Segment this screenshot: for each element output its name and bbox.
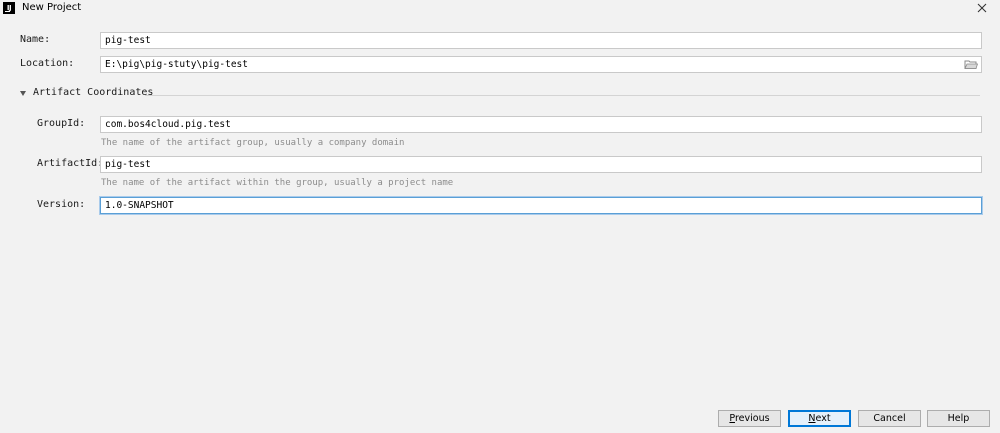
groupid-hint: The name of the artifact group, usually … (101, 138, 405, 148)
location-label: Location: (20, 58, 75, 69)
folder-icon (964, 60, 979, 69)
version-input[interactable] (100, 197, 982, 214)
cancel-button[interactable]: Cancel (858, 410, 921, 427)
artifactid-input[interactable] (100, 156, 982, 173)
help-label: Help (947, 413, 970, 424)
browse-folder-button[interactable] (964, 59, 979, 70)
artifactid-hint: The name of the artifact within the grou… (101, 178, 454, 188)
close-button[interactable] (974, 1, 990, 15)
previous-label: revious (734, 413, 770, 424)
next-mnemonic: N (808, 413, 816, 424)
title-bar: IJ New Project (0, 0, 1000, 17)
section-divider (145, 95, 980, 96)
groupid-input[interactable] (100, 116, 982, 133)
name-label: Name: (20, 34, 51, 45)
window-title: New Project (22, 2, 82, 13)
cancel-label: Cancel (873, 413, 906, 424)
version-label: Version: (37, 199, 86, 210)
next-button[interactable]: Next (788, 410, 851, 427)
artifactid-label: ArtifactId: (37, 158, 104, 169)
location-input[interactable] (100, 56, 982, 73)
intellij-app-icon: IJ (3, 2, 15, 14)
artifact-coordinates-title: Artifact Coordinates (33, 87, 154, 98)
close-icon (977, 3, 987, 13)
triangle-down-icon (20, 91, 26, 96)
name-input[interactable] (100, 32, 982, 49)
next-label: ext (815, 413, 831, 424)
help-button[interactable]: Help (927, 410, 990, 427)
groupid-label: GroupId: (37, 118, 86, 129)
previous-button[interactable]: Previous (718, 410, 781, 427)
